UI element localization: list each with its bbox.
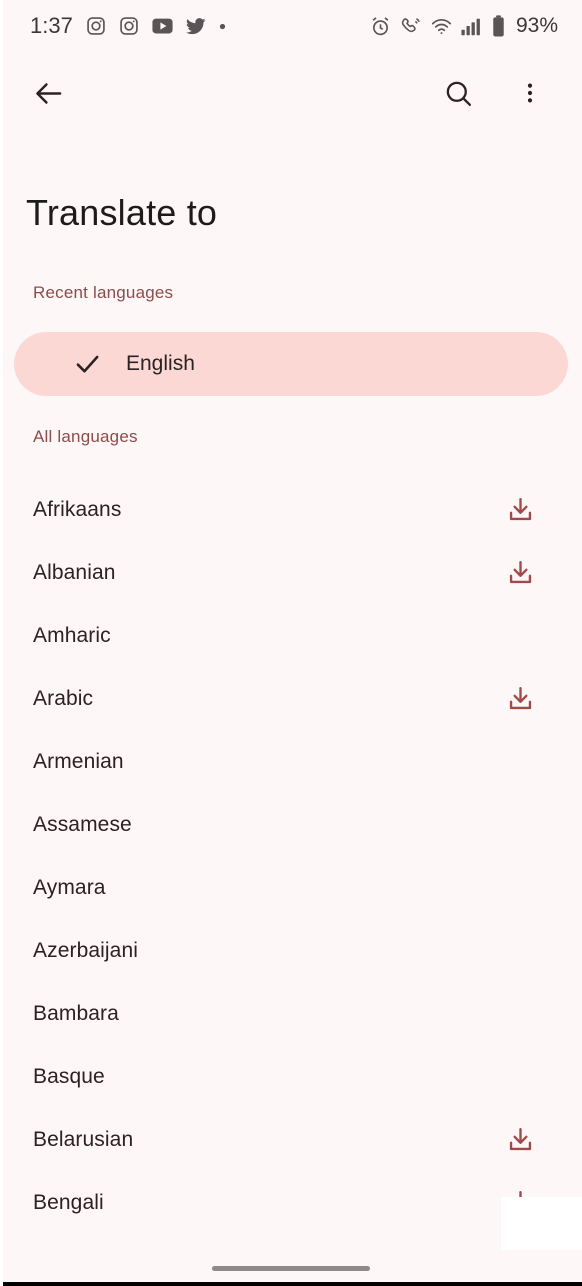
download-icon <box>509 686 531 710</box>
battery-icon <box>493 15 504 37</box>
language-list-item[interactable]: Belarusian <box>0 1108 582 1171</box>
back-arrow-icon <box>35 82 61 104</box>
recent-languages-header: Recent languages <box>33 283 174 302</box>
dot-icon <box>219 23 225 29</box>
language-name: Bambara <box>33 1001 119 1025</box>
language-name: Albanian <box>33 560 116 584</box>
check-icon <box>76 355 99 373</box>
language-list-item[interactable]: Armenian <box>0 730 582 793</box>
page-title: Translate to <box>26 192 218 233</box>
language-name: Belarusian <box>33 1127 134 1151</box>
search-icon <box>446 81 471 106</box>
download-button[interactable] <box>506 1126 534 1154</box>
screen-bottom-edge <box>0 1282 582 1286</box>
download-icon <box>509 497 531 521</box>
status-bar: 1:37 93% <box>0 0 582 52</box>
youtube-icon <box>152 18 173 34</box>
language-name: Assamese <box>33 812 132 836</box>
language-name: Aymara <box>33 875 106 899</box>
language-name: Armenian <box>33 749 124 773</box>
download-icon <box>509 1127 531 1151</box>
language-list-item[interactable]: Arabic <box>0 667 582 730</box>
status-bar-right: 93% <box>370 14 558 38</box>
language-name: Amharic <box>33 623 111 647</box>
download-slot-empty <box>506 1063 534 1091</box>
signal-icon <box>461 18 480 35</box>
language-name: Bengali <box>33 1190 104 1214</box>
language-name: Azerbaijani <box>33 938 138 962</box>
download-slot-empty <box>506 811 534 839</box>
app-toolbar <box>0 60 582 126</box>
language-name: Basque <box>33 1064 105 1088</box>
phone-screen: 1:37 93% Translate to Recent languages E… <box>0 0 582 1286</box>
instagram-icon <box>120 17 138 35</box>
alarm-icon <box>372 16 389 35</box>
battery-percentage: 93% <box>515 14 558 37</box>
language-list-item[interactable]: Assamese <box>0 793 582 856</box>
recent-languages-list: English <box>14 332 568 396</box>
all-languages-list: Afrikaans Albanian Amharic Arabic Armenian As… <box>0 478 582 1286</box>
download-button[interactable] <box>506 559 534 587</box>
language-list-item[interactable]: Bengali <box>0 1171 582 1234</box>
system-navigation-bar <box>0 1250 582 1286</box>
language-name: Arabic <box>33 686 94 710</box>
language-name: Afrikaans <box>33 497 122 521</box>
wifi-icon <box>431 18 452 34</box>
language-list-item[interactable]: Bambara <box>0 982 582 1045</box>
download-slot-empty <box>506 937 534 965</box>
twitter-icon <box>185 17 206 34</box>
all-languages-header: All languages <box>33 427 138 446</box>
language-list-item[interactable]: Albanian <box>0 541 582 604</box>
download-slot-empty <box>506 622 534 650</box>
download-button[interactable] <box>506 685 534 713</box>
language-list-item[interactable]: Afrikaans <box>0 478 582 541</box>
language-list-item[interactable]: Amharic <box>0 604 582 667</box>
download-slot-empty <box>506 874 534 902</box>
instagram-icon <box>87 17 105 35</box>
screen-left-edge <box>0 0 3 1286</box>
home-indicator[interactable] <box>212 1265 370 1271</box>
download-slot-empty <box>506 1000 534 1028</box>
status-bar-left: 1:37 <box>30 13 226 39</box>
download-slot-empty <box>506 748 534 776</box>
toolbar-actions <box>436 71 552 115</box>
recent-language-label: English <box>126 352 195 375</box>
back-button[interactable] <box>26 71 70 115</box>
overflow-menu-button[interactable] <box>508 71 552 115</box>
language-list-item[interactable]: Basque <box>0 1045 582 1108</box>
language-list-item[interactable]: Azerbaijani <box>0 919 582 982</box>
language-list-item[interactable]: Aymara <box>0 856 582 919</box>
search-button[interactable] <box>436 71 480 115</box>
download-button[interactable] <box>506 496 534 524</box>
call-mute-icon <box>401 17 420 33</box>
recent-language-item[interactable]: English <box>14 332 568 396</box>
more-vertical-icon <box>527 83 533 103</box>
download-icon <box>509 560 531 584</box>
status-clock: 1:37 <box>30 13 73 38</box>
